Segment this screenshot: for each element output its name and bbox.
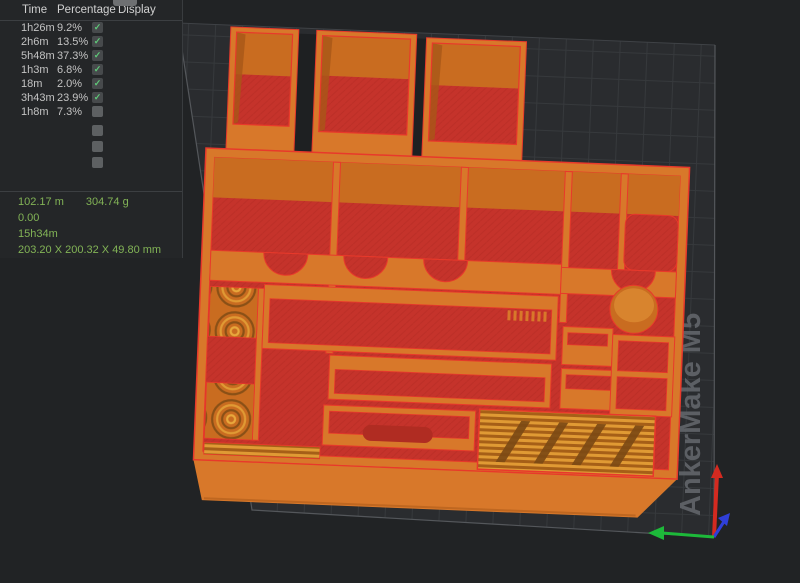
display-checkbox[interactable] xyxy=(92,125,103,136)
legend-row[interactable] xyxy=(0,124,182,138)
print-time: 15h34m xyxy=(18,228,58,240)
legend-row[interactable]: 1h26m 9.2% ✓ xyxy=(0,21,182,35)
display-checkbox[interactable] xyxy=(92,106,103,117)
legend-row[interactable] xyxy=(0,140,182,154)
bin-small xyxy=(225,26,300,155)
row-time: 5h48m xyxy=(21,50,55,62)
legend-row[interactable]: 2h6m 13.5% ✓ xyxy=(0,35,182,49)
right-blocks xyxy=(559,325,676,418)
legend-row[interactable]: 1h3m 6.8% ✓ xyxy=(0,63,182,77)
moire-slot xyxy=(208,285,259,339)
organizer-box xyxy=(192,147,691,518)
stats-separator xyxy=(0,191,182,192)
legend-row[interactable]: 3h43m 23.9% ✓ xyxy=(0,91,182,105)
row-percentage: 13.5% xyxy=(57,36,89,48)
header-time: Time xyxy=(22,4,48,16)
header-percentage: Percentage xyxy=(57,4,116,16)
display-checkbox[interactable]: ✓ xyxy=(92,36,103,47)
rounded-bin-floor xyxy=(623,213,679,273)
display-checkbox[interactable]: ✓ xyxy=(92,64,103,75)
legend-header: Time Percentage Display xyxy=(0,4,182,19)
slicer-preview-screen: AnkerMake M5 Time Percentage Display 1h2… xyxy=(0,0,800,583)
filament-usage: 102.17 m 304.74 g xyxy=(18,196,129,208)
slat-tray xyxy=(476,408,657,477)
filament-length: 102.17 m xyxy=(18,196,64,208)
row-percentage: 6.8% xyxy=(57,64,83,76)
row-percentage: 2.0% xyxy=(57,78,83,90)
row-percentage: 23.9% xyxy=(57,92,89,104)
display-checkbox[interactable]: ✓ xyxy=(92,50,103,61)
display-checkbox[interactable]: ✓ xyxy=(92,78,103,89)
row-percentage: 7.3% xyxy=(57,106,83,118)
legend-row[interactable] xyxy=(0,156,182,170)
row-time: 1h8m xyxy=(21,106,49,118)
row-time: 18m xyxy=(21,78,43,90)
bin-medium xyxy=(311,29,418,163)
row-time: 1h3m xyxy=(21,64,49,76)
bin-large xyxy=(420,37,528,173)
middle-tray xyxy=(261,283,559,361)
moire-slot xyxy=(203,381,255,441)
filament-weight: 304.74 g xyxy=(85,196,129,208)
row-percentage: 37.3% xyxy=(57,50,89,62)
panel-scrollbar-thumb[interactable] xyxy=(113,0,137,6)
legend-row[interactable]: 5h48m 37.3% ✓ xyxy=(0,49,182,63)
row-time: 3h43m xyxy=(21,92,55,104)
legend-row[interactable]: 1h8m 7.3% xyxy=(0,105,182,119)
display-checkbox[interactable] xyxy=(92,141,103,152)
tray-item xyxy=(362,424,433,444)
print-cost: 0.00 xyxy=(18,212,40,224)
display-checkbox[interactable]: ✓ xyxy=(92,22,103,33)
row-time: 1h26m xyxy=(21,22,55,34)
row-time: 2h6m xyxy=(21,36,49,48)
row-percentage: 9.2% xyxy=(57,22,83,34)
legend-panel: Time Percentage Display 1h26m 9.2% ✓ 2h6… xyxy=(0,0,183,258)
display-checkbox[interactable]: ✓ xyxy=(92,92,103,103)
display-checkbox[interactable] xyxy=(92,157,103,168)
legend-row[interactable]: 18m 2.0% ✓ xyxy=(0,77,182,91)
model-dimensions: 203.20 X 200.32 X 49.80 mm xyxy=(18,244,162,256)
